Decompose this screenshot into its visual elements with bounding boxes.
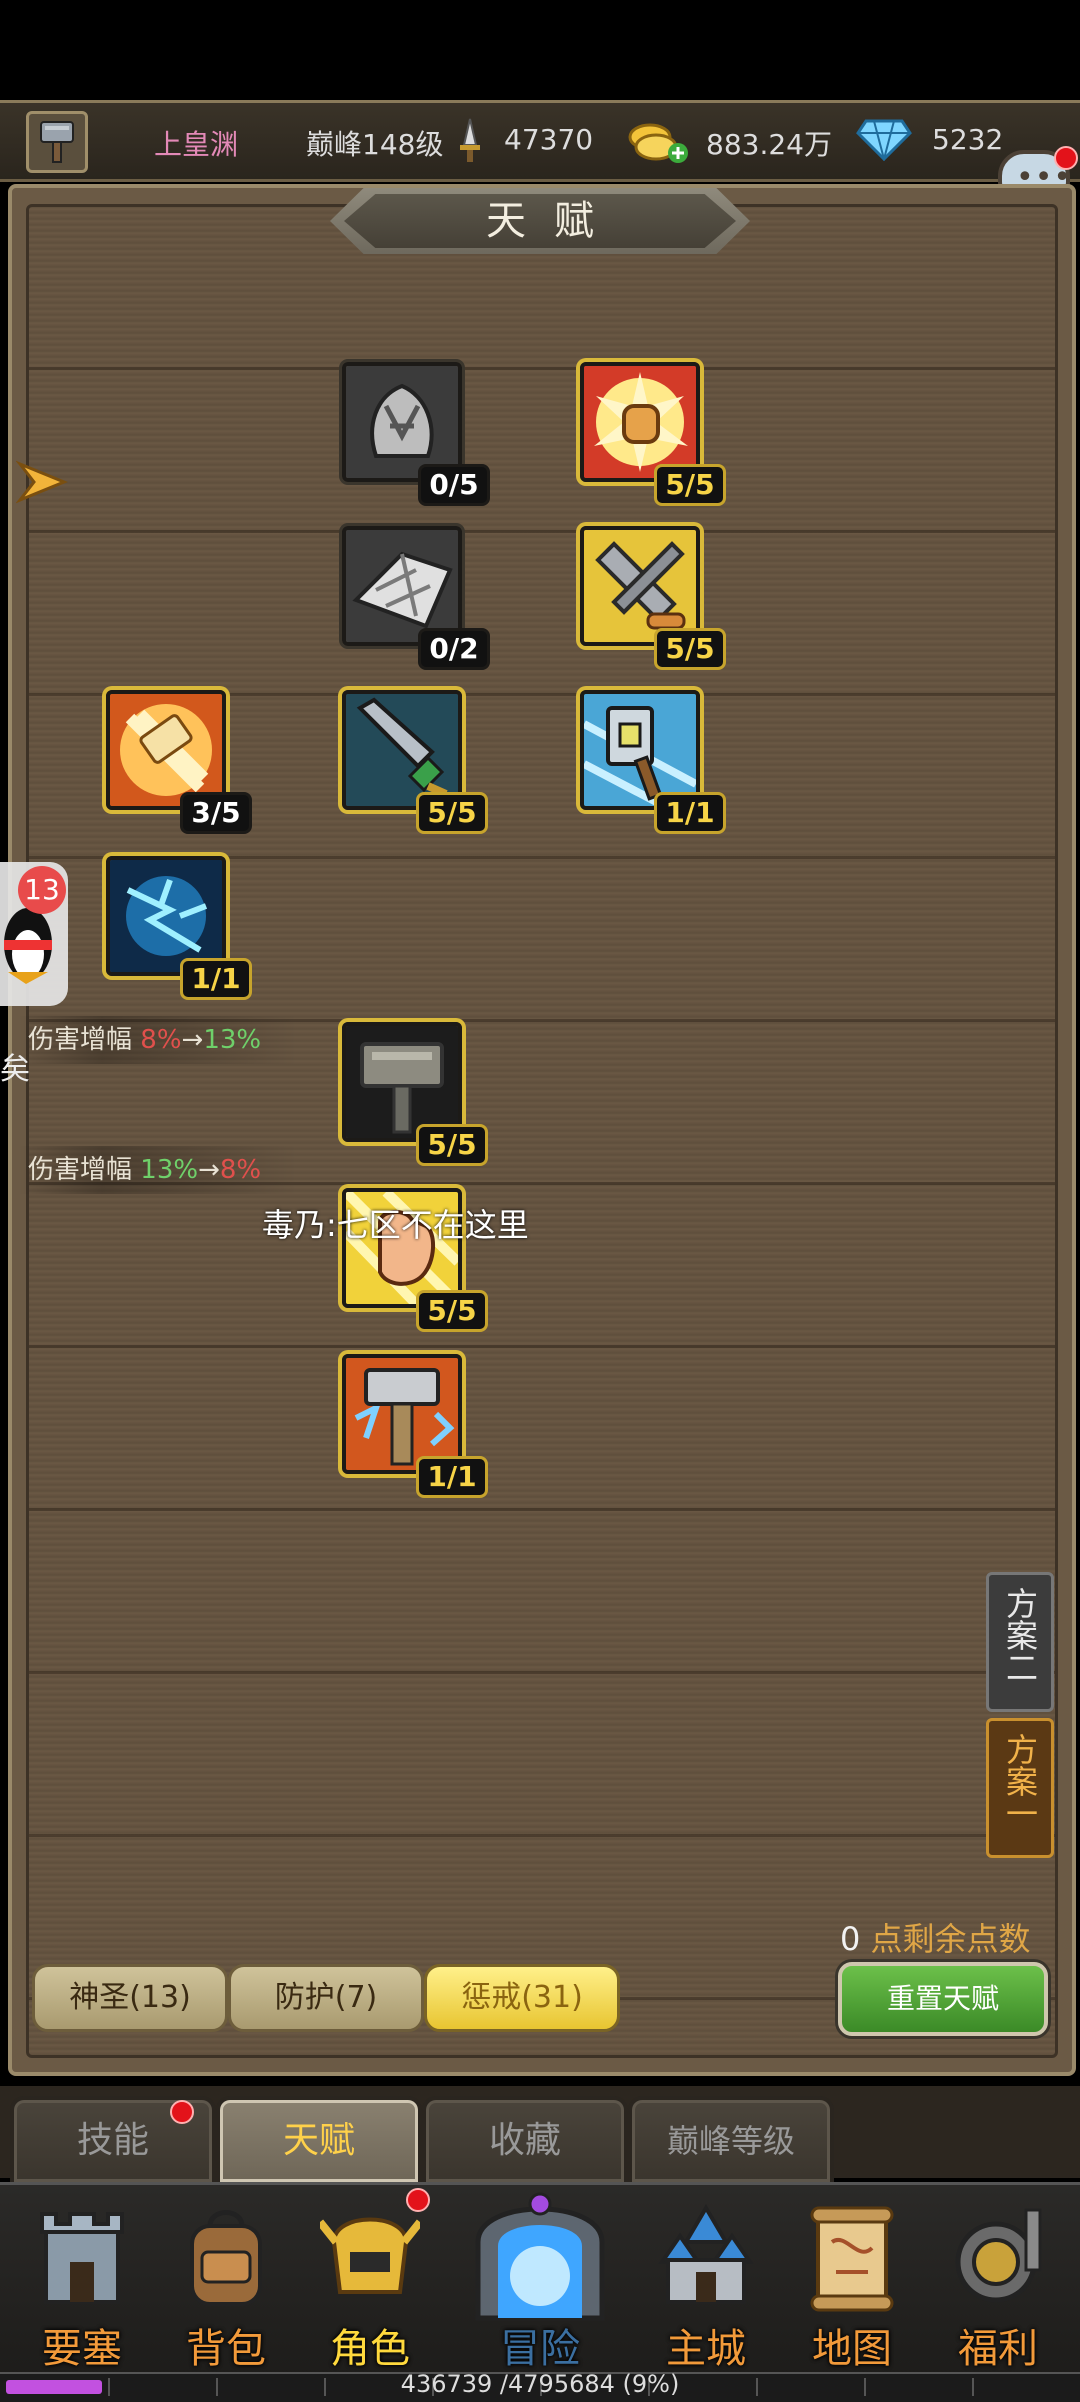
blade-icon [346,694,458,806]
category-retribution-button[interactable]: 惩戒(31) [424,1964,620,2032]
plan-tab-1-label: 方案一 [1001,1733,1039,1829]
floating-chat-message: 毒乃:七区不在这里 [262,1206,529,1244]
talent-hammer-ice-level: 1/1 [654,792,726,834]
ice-hammer-icon [584,694,696,806]
fist-burst-icon [584,366,696,478]
damage-boost-from: 13% [140,1155,199,1185]
player-avatar[interactable] [26,111,88,173]
wings-icon [346,530,458,642]
damage-boost-from: 8% [140,1025,182,1055]
talent-iron-hammer-level: 5/5 [416,1124,488,1166]
damage-boost-label: 伤害增幅 [28,1025,133,1055]
claw-icon [346,366,458,478]
tab-collection[interactable]: 收藏 [422,2096,628,2186]
remaining-points: 0 点剩余点数 [840,1914,1031,1960]
talent-hammer-burst-level: 3/5 [180,792,252,834]
talent-lightning-level: 1/1 [180,958,252,1000]
thunder-hammer-icon [346,1358,458,1470]
nav-map[interactable]: 地图 [792,2196,912,2372]
talent-blade-teal-level: 5/5 [416,792,488,834]
panel-title: 天赋 [486,198,622,244]
talent-panel [8,184,1076,2076]
nav-fortress-label: 要塞 [42,2326,122,2372]
damage-boost-tip-2: 伤害增幅 13%→8% [18,1146,298,1194]
talent-panel-wood [26,204,1058,2058]
character-notification-dot [406,2188,430,2212]
talent-fist-burst-level: 5/5 [654,464,726,506]
expand-arrow-icon[interactable] [16,458,70,506]
nav-backpack-label: 背包 [186,2326,266,2372]
combat-power: 47370 [504,123,594,156]
hammer-burst-icon [110,694,222,806]
plan-tab-1[interactable]: 方案一 [986,1718,1054,1858]
nav-adventure[interactable]: 冒险 [470,2192,610,2372]
nav-welfare-label: 福利 [958,2326,1038,2372]
talent-claw-gray-level: 0/5 [418,464,490,506]
remaining-points-value: 0 [840,1920,861,1958]
nav-character-label: 角色 [330,2326,410,2372]
diamond-icon[interactable] [856,117,912,161]
gold-coins-icon[interactable] [626,119,690,165]
tab-peak-level[interactable]: 巅峰等级 [628,2096,834,2186]
category-protection-button[interactable]: 防护(7) [228,1964,424,2032]
nav-map-label: 地图 [812,2326,892,2372]
gold-amount: 883.24万 [706,128,832,161]
damage-boost-tip-1: 伤害增幅 8%→13% [18,1016,298,1064]
experience-text: 436739 /4795684 (9%) [400,2370,680,2398]
tab-talents[interactable]: 天赋 [216,2096,422,2186]
lightning-icon [110,860,222,972]
category-holy-button[interactable]: 神圣(13) [32,1964,228,2032]
talent-fist-strike-level: 5/5 [416,1290,488,1332]
welfare-wheel-icon [955,2208,1042,2303]
golden-helmet-icon [320,2217,420,2294]
nav-main-city[interactable]: 主城 [646,2196,766,2372]
damage-boost-arrow: → [181,1025,204,1055]
status-bar [0,0,1080,100]
nav-welfare[interactable]: 福利 [938,2196,1058,2372]
peak-level: 巅峰148级 [306,128,444,161]
nav-adventure-label: 冒险 [500,2326,580,2372]
player-info-bar: 上皇渊 巅峰148级 47370 883.24万 5232 [0,100,1080,182]
damage-boost-to: 13% [203,1025,262,1055]
talent-thunder-hammer-level: 1/1 [416,1456,488,1498]
talent-sword-clash-level: 5/5 [654,628,726,670]
hammer-avatar-icon [40,121,74,163]
plan-tab-2[interactable]: 方案二 [986,1572,1054,1712]
power-sword-icon [460,118,480,162]
reset-talents-button[interactable]: 重置天赋 [838,1962,1048,2036]
portal-gate-icon [475,2192,605,2321]
chat-notification-dot [1054,146,1078,170]
diamond-amount: 5232 [932,123,1004,156]
damage-boost-label: 伤害增幅 [28,1155,133,1185]
qq-unread-badge: 13 [18,866,66,914]
damage-boost-arrow: → [198,1155,220,1185]
nav-backpack[interactable]: 背包 [166,2196,286,2372]
backpack-icon [190,2210,262,2306]
nav-character[interactable]: 角色 [310,2188,430,2372]
nav-fortress[interactable]: 要塞 [22,2196,142,2372]
skills-notification-dot [170,2100,194,2124]
plan-tab-2-label: 方案二 [1001,1587,1039,1683]
map-scroll-icon [810,2206,894,2312]
damage-boost-to: 8% [219,1155,262,1185]
nav-main-city-label: 主城 [666,2326,746,2372]
sword-clash-icon [584,530,696,642]
castle-tower-icon [40,2212,124,2304]
main-city-icon [658,2204,754,2304]
iron-hammer-icon [346,1026,458,1138]
talent-wings-gray-level: 0/2 [418,628,490,670]
remaining-points-label: 点剩余点数 [870,1920,1031,1958]
player-name: 上皇渊 [154,128,239,161]
